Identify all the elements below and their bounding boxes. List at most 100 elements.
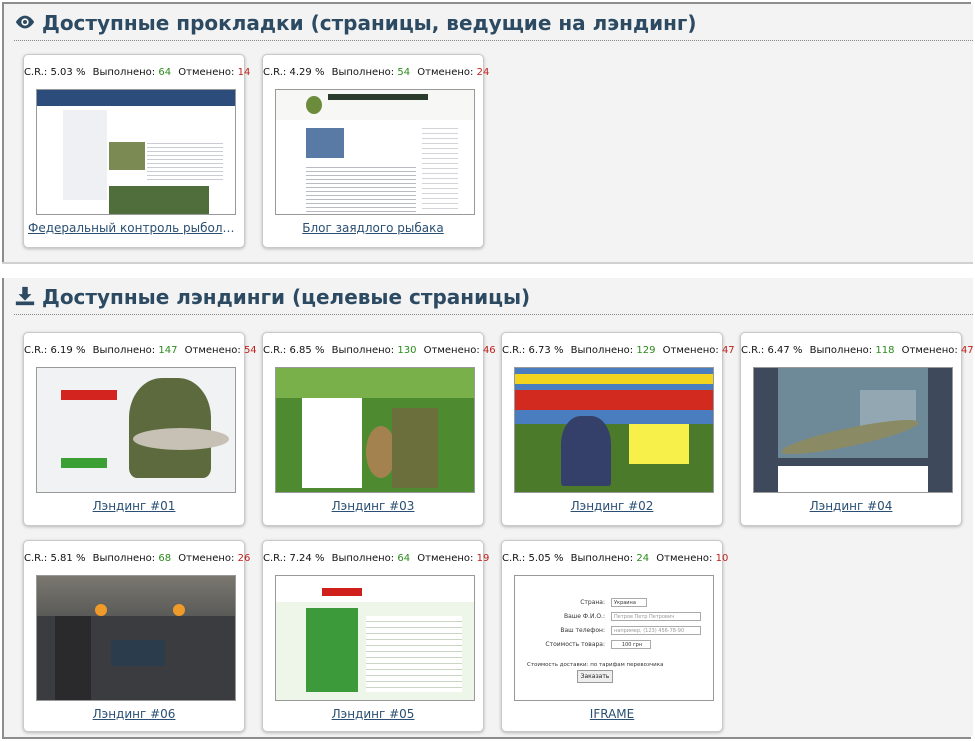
price-value: 100 грн: [611, 640, 651, 649]
cr-value: 5.05 %: [528, 553, 564, 564]
prokladki-section: Доступные прокладки (страницы, ведущие н…: [4, 4, 973, 262]
done-value: 129: [636, 345, 656, 356]
cr-value: 6.47 %: [767, 345, 803, 356]
landings-section: Доступные лэндинги (целевые страницы) C.…: [4, 278, 974, 736]
card-stats: C.R.: 5.81 % Выполнено: 68 Отменено: 26: [24, 553, 250, 564]
cr-value: 6.19 %: [50, 345, 86, 356]
card-stats: C.R.: 6.85 % Выполнено: 130 Отменено: 46: [263, 345, 496, 356]
cr-label: C.R.:: [263, 553, 287, 564]
cancel-value: 24: [476, 67, 490, 78]
done-label: Выполнено:: [331, 345, 395, 356]
price-row: Стоимость товара: 100 грн: [515, 640, 713, 650]
landings-section-title: Доступные лэндинги (целевые страницы): [14, 282, 530, 312]
preview-thumbnail[interactable]: [275, 367, 475, 493]
card-stats: C.R.: 4.29 % Выполнено: 54 Отменено: 24: [263, 67, 489, 78]
cr-label: C.R.:: [502, 345, 526, 356]
delivery-note: Стоимость доставки: по тарифам перевозчи…: [527, 662, 664, 668]
card-stats: C.R.: 7.24 % Выполнено: 64 Отменено: 19: [263, 553, 489, 564]
cr-label: C.R.:: [741, 345, 765, 356]
preview-thumbnail[interactable]: [36, 575, 236, 701]
cancel-label: Отменено:: [417, 67, 474, 78]
country-select[interactable]: Украина: [611, 598, 647, 607]
cancel-label: Отменено:: [184, 345, 241, 356]
order-button[interactable]: Заказать: [577, 670, 613, 683]
done-label: Выполнено:: [92, 553, 156, 564]
cancel-label: Отменено:: [178, 67, 235, 78]
card-stats: C.R.: 5.03 % Выполнено: 64 Отменено: 14: [24, 67, 250, 78]
cancel-label: Отменено:: [417, 553, 474, 564]
price-label: Стоимость товара:: [545, 641, 605, 648]
landing-card: C.R.: 6.73 % Выполнено: 129 Отменено: 47…: [501, 332, 735, 526]
done-label: Выполнено:: [331, 553, 395, 564]
card-link[interactable]: Блог заядлого рыбака: [267, 221, 479, 235]
cancel-value: 47: [721, 345, 735, 356]
cancel-label: Отменено:: [901, 345, 958, 356]
preview-thumbnail[interactable]: [36, 89, 236, 215]
done-value: 64: [397, 553, 411, 564]
cancel-value: 47: [960, 345, 974, 356]
cr-value: 5.03 %: [50, 67, 86, 78]
preview-thumbnail[interactable]: [753, 367, 953, 493]
cancel-value: 26: [237, 553, 251, 564]
cr-label: C.R.:: [24, 345, 48, 356]
done-value: 24: [636, 553, 650, 564]
card-link[interactable]: Лэндинг #01: [28, 499, 240, 513]
done-label: Выполнено:: [570, 345, 634, 356]
name-label: Ваше Ф.И.О.:: [563, 613, 605, 620]
preview-thumbnail[interactable]: [275, 89, 475, 215]
cr-label: C.R.:: [24, 553, 48, 564]
cr-value: 6.85 %: [289, 345, 325, 356]
cr-label: C.R.:: [502, 553, 526, 564]
landing-card: C.R.: 6.19 % Выполнено: 147 Отменено: 54…: [23, 332, 257, 526]
done-label: Выполнено:: [570, 553, 634, 564]
card-stats: C.R.: 5.05 % Выполнено: 24 Отменено: 10: [502, 553, 728, 564]
preview-thumbnail[interactable]: [514, 367, 714, 493]
done-value: 54: [397, 67, 411, 78]
card-link[interactable]: Федеральный контроль рыболовства: [28, 221, 240, 235]
cancel-value: 46: [482, 345, 496, 356]
done-value: 118: [875, 345, 895, 356]
iframe-preview[interactable]: Страна: Украина Ваше Ф.И.О.: Петров Петр…: [514, 575, 714, 701]
done-value: 64: [158, 67, 172, 78]
cancel-value: 14: [237, 67, 251, 78]
cancel-value: 10: [715, 553, 729, 564]
card-link[interactable]: Лэндинг #05: [267, 707, 479, 721]
card-stats: C.R.: 6.73 % Выполнено: 129 Отменено: 47: [502, 345, 735, 356]
phone-input[interactable]: например, (123) 456-78-90: [611, 626, 701, 635]
card-link[interactable]: IFRAME: [506, 707, 718, 721]
cr-value: 4.29 %: [289, 67, 325, 78]
card-link[interactable]: Лэндинг #02: [506, 499, 718, 513]
card-link[interactable]: Лэндинг #04: [745, 499, 957, 513]
landing-card: C.R.: 5.81 % Выполнено: 68 Отменено: 26 …: [23, 540, 250, 732]
done-label: Выполнено:: [92, 67, 156, 78]
phone-label: Ваш телефон:: [560, 627, 605, 634]
cr-value: 6.73 %: [528, 345, 564, 356]
preview-thumbnail[interactable]: [36, 367, 236, 493]
cancel-label: Отменено:: [656, 553, 713, 564]
name-input[interactable]: Петров Петр Петрович: [611, 612, 701, 621]
country-row: Страна: Украина: [515, 598, 713, 608]
phone-row: Ваш телефон: например, (123) 456-78-90: [515, 626, 713, 636]
cancel-value: 54: [243, 345, 257, 356]
card-stats: C.R.: 6.47 % Выполнено: 118 Отменено: 47: [741, 345, 974, 356]
preview-thumbnail[interactable]: [275, 575, 475, 701]
card-stats: C.R.: 6.19 % Выполнено: 147 Отменено: 54: [24, 345, 257, 356]
section-separator: [2, 262, 973, 278]
landing-card: C.R.: 7.24 % Выполнено: 64 Отменено: 19 …: [262, 540, 489, 732]
cr-value: 5.81 %: [50, 553, 86, 564]
cr-label: C.R.:: [263, 67, 287, 78]
country-label: Страна:: [580, 599, 605, 606]
card-link[interactable]: Лэндинг #03: [267, 499, 479, 513]
prokladka-card: C.R.: 5.03 % Выполнено: 64 Отменено: 14 …: [23, 54, 250, 248]
cancel-label: Отменено:: [423, 345, 480, 356]
landings-divider: [14, 314, 973, 315]
landings-title-text: Доступные лэндинги (целевые страницы): [42, 285, 531, 309]
done-value: 147: [158, 345, 178, 356]
eye-icon: [15, 15, 35, 29]
done-value: 130: [397, 345, 417, 356]
prokladki-section-title: Доступные прокладки (страницы, ведущие н…: [14, 8, 697, 38]
prokladki-title-text: Доступные прокладки (страницы, ведущие н…: [42, 11, 697, 35]
prokladki-divider: [14, 40, 973, 41]
landing-card: C.R.: 6.85 % Выполнено: 130 Отменено: 46…: [262, 332, 496, 526]
card-link[interactable]: Лэндинг #06: [28, 707, 240, 721]
